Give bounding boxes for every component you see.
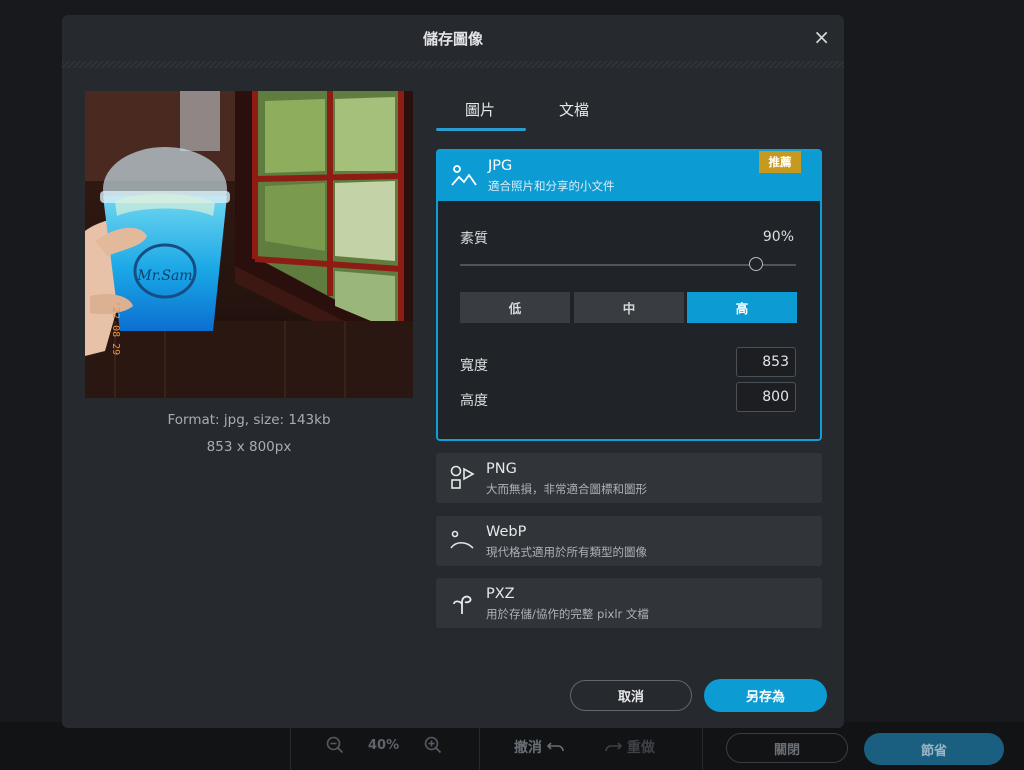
save-image-dialog: 儲存圖像 × Mr.Sam '22 08 29 Format: jpg, siz… bbox=[62, 15, 844, 728]
height-label: 高度 bbox=[460, 393, 488, 409]
tab-image[interactable]: 圖片 bbox=[465, 99, 495, 120]
header-divider bbox=[62, 61, 844, 68]
pxz-title: PXZ bbox=[486, 586, 515, 602]
pxz-description: 用於存儲/協作的完整 pixlr 文檔 bbox=[486, 607, 649, 621]
save-button[interactable]: 節省 bbox=[864, 733, 1004, 765]
tab-document[interactable]: 文檔 bbox=[559, 99, 589, 120]
image-preview: Mr.Sam '22 08 29 bbox=[85, 91, 413, 398]
redo-label: 重做 bbox=[626, 740, 655, 756]
zoom-in-icon[interactable] bbox=[424, 736, 442, 759]
jpg-header[interactable]: JPG 適合照片和分享的小文件 推薦 bbox=[438, 151, 820, 201]
close-icon[interactable]: × bbox=[813, 26, 830, 48]
zoom-level: 40% bbox=[368, 738, 400, 753]
quality-value: 90% bbox=[762, 229, 794, 245]
close-button[interactable]: 關閉 bbox=[726, 733, 848, 763]
zoom-out-icon[interactable] bbox=[326, 736, 344, 759]
dialog-title: 儲存圖像 bbox=[422, 29, 483, 48]
image-icon bbox=[451, 165, 477, 186]
format-size-info: Format: jpg, size: 143kb bbox=[167, 412, 331, 428]
format-option-jpg[interactable]: JPG 適合照片和分享的小文件 推薦 素質 90% 低 中 高 寬度 853 高… bbox=[436, 149, 822, 441]
svg-text:'22 08 29: '22 08 29 bbox=[110, 301, 121, 355]
bottom-toolbar: 40% 撤消 重做 關閉 節省 bbox=[0, 722, 1024, 770]
undo-button[interactable]: 撤消 bbox=[514, 737, 565, 757]
width-label: 寬度 bbox=[460, 358, 488, 374]
dimensions-info: 853 x 800px bbox=[206, 439, 292, 455]
png-description: 大而無損，非常適合圖標和圖形 bbox=[486, 482, 647, 496]
format-option-png[interactable]: PNG 大而無損，非常適合圖標和圖形 bbox=[436, 453, 822, 503]
quality-slider-thumb[interactable] bbox=[749, 257, 763, 271]
undo-icon bbox=[546, 742, 564, 752]
webp-icon bbox=[450, 530, 474, 549]
webp-title: WebP bbox=[486, 524, 527, 540]
svg-text:Mr.Sam: Mr.Sam bbox=[136, 268, 192, 284]
format-option-pxz[interactable]: PXZ 用於存儲/協作的完整 pixlr 文檔 bbox=[436, 578, 822, 628]
recommended-badge: 推薦 bbox=[759, 151, 801, 173]
preset-low[interactable]: 低 bbox=[460, 292, 570, 323]
height-input[interactable]: 800 bbox=[736, 382, 796, 412]
cancel-button[interactable]: 取消 bbox=[570, 680, 692, 711]
jpg-description: 適合照片和分享的小文件 bbox=[488, 179, 615, 193]
toolbar-divider bbox=[702, 722, 703, 770]
pixlr-icon bbox=[453, 595, 472, 614]
save-as-button[interactable]: 另存為 bbox=[704, 679, 827, 712]
undo-label: 撤消 bbox=[514, 740, 542, 756]
preset-medium[interactable]: 中 bbox=[574, 292, 684, 323]
redo-icon bbox=[605, 742, 623, 752]
active-tab-indicator bbox=[436, 128, 526, 131]
width-input[interactable]: 853 bbox=[736, 347, 796, 377]
webp-description: 現代格式適用於所有類型的圖像 bbox=[486, 545, 647, 559]
jpg-title: JPG bbox=[488, 158, 513, 174]
quality-label: 素質 bbox=[460, 231, 488, 247]
quality-slider-track[interactable] bbox=[460, 264, 796, 266]
preset-high[interactable]: 高 bbox=[687, 292, 797, 323]
png-title: PNG bbox=[486, 461, 517, 477]
format-option-webp[interactable]: WebP 現代格式適用於所有類型的圖像 bbox=[436, 516, 822, 566]
shapes-icon bbox=[450, 465, 475, 489]
redo-button[interactable]: 重做 bbox=[604, 737, 655, 757]
